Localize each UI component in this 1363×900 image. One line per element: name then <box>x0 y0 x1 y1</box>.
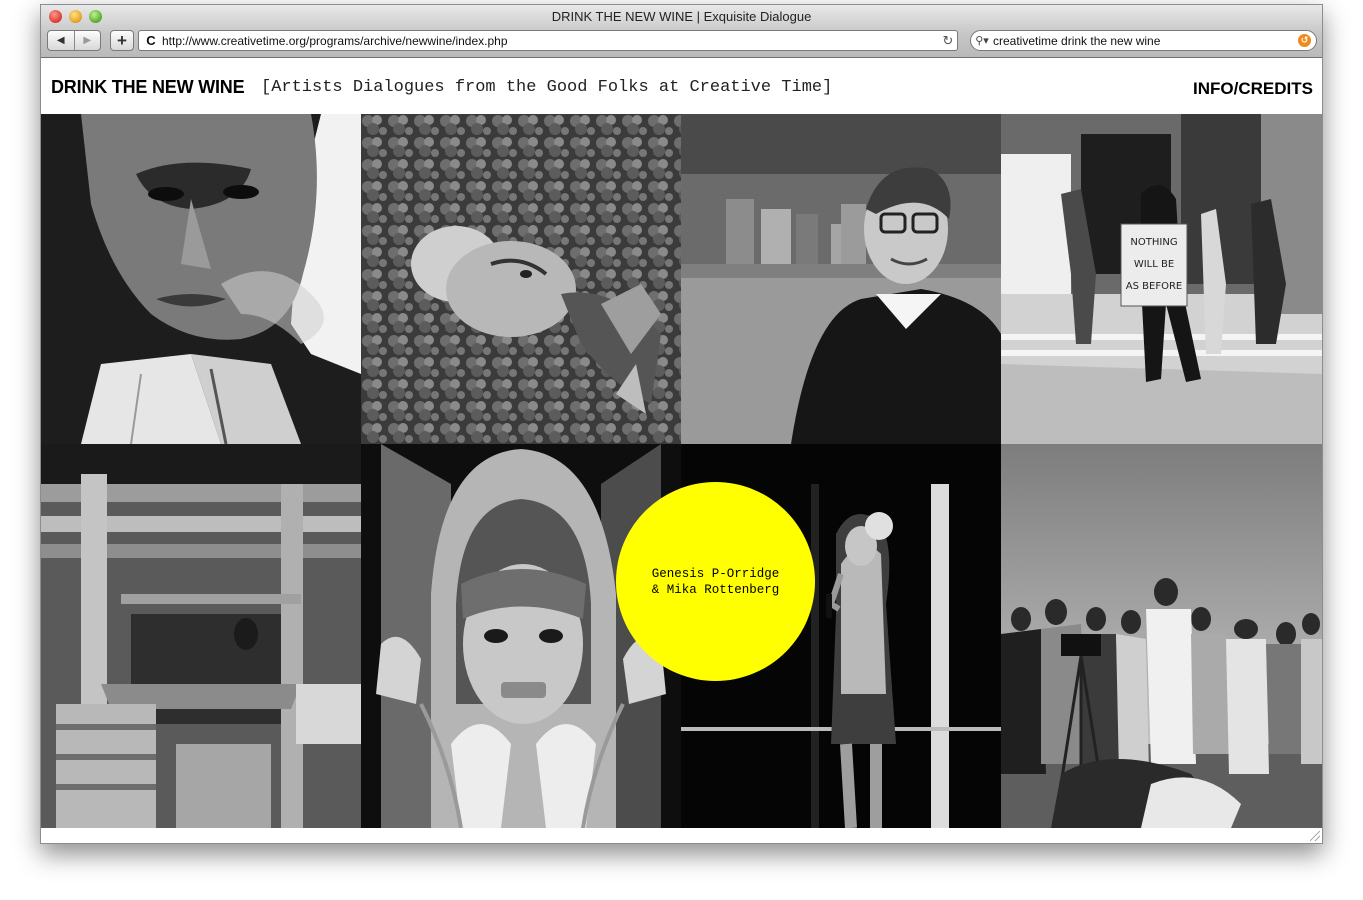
window-resize-handle[interactable] <box>1310 831 1320 841</box>
featured-artist-1: Genesis P-Orridge <box>651 566 780 581</box>
snapback-icon[interactable]: ↺ <box>1298 34 1311 47</box>
browser-window: DRINK THE NEW WINE | Exquisite Dialogue … <box>40 4 1323 844</box>
search-input[interactable]: creativetime drink the new wine <box>993 34 1298 48</box>
back-forward-group: ◀ ▶ <box>47 30 101 51</box>
search-icon[interactable]: ⚲▾ <box>971 34 993 47</box>
site-header: DRINK THE NEW WINE [Artists Dialogues fr… <box>41 58 1322 114</box>
photo-tile-protest-sign[interactable]: NOTHING WILL BE AS BEFORE <box>1001 114 1322 444</box>
window-title: DRINK THE NEW WINE | Exquisite Dialogue <box>551 9 812 24</box>
forward-button[interactable]: ▶ <box>73 31 101 50</box>
photo-tile-clover[interactable] <box>361 114 681 444</box>
protest-sign-text-2: WILL BE <box>1134 259 1174 270</box>
site-title[interactable]: DRINK THE NEW WINE <box>51 77 245 98</box>
artist-photo-grid: NOTHING WILL BE AS BEFORE Genesis P-Orri… <box>41 114 1322 828</box>
site-tagline: [Artists Dialogues from the Good Folks a… <box>261 78 833 97</box>
photo-tile-crowd[interactable] <box>1001 444 1322 828</box>
add-bookmark-button[interactable]: + <box>110 30 134 51</box>
photo-tile-glasses-man[interactable] <box>681 114 1001 444</box>
plus-icon: + <box>117 30 127 50</box>
info-credits-link[interactable]: INFO/CREDITS <box>1193 79 1313 99</box>
address-input[interactable]: http://www.creativetime.org/programs/arc… <box>162 34 939 48</box>
address-bar[interactable]: C http://www.creativetime.org/programs/a… <box>138 30 958 51</box>
site-favicon-icon: C <box>146 33 156 48</box>
featured-dialogue-circle[interactable]: Genesis P-Orridge & Mika Rottenberg <box>616 482 815 681</box>
search-field[interactable]: ⚲▾ creativetime drink the new wine ↺ <box>970 30 1317 51</box>
photo-tile-barn[interactable] <box>41 444 361 828</box>
browser-titlebar: DRINK THE NEW WINE | Exquisite Dialogue … <box>41 5 1322 58</box>
back-button[interactable]: ◀ <box>48 31 74 50</box>
reload-icon[interactable]: ↻ <box>939 33 957 49</box>
protest-sign-text-1: NOTHING <box>1130 237 1177 248</box>
photo-tile-smoking-man[interactable] <box>41 114 361 444</box>
protest-sign-text-3: AS BEFORE <box>1126 281 1182 292</box>
back-arrow-icon: ◀ <box>56 35 65 46</box>
featured-artist-2: & Mika Rottenberg <box>651 582 780 597</box>
web-page: DRINK THE NEW WINE [Artists Dialogues fr… <box>41 58 1322 843</box>
forward-arrow-icon: ▶ <box>83 35 92 46</box>
